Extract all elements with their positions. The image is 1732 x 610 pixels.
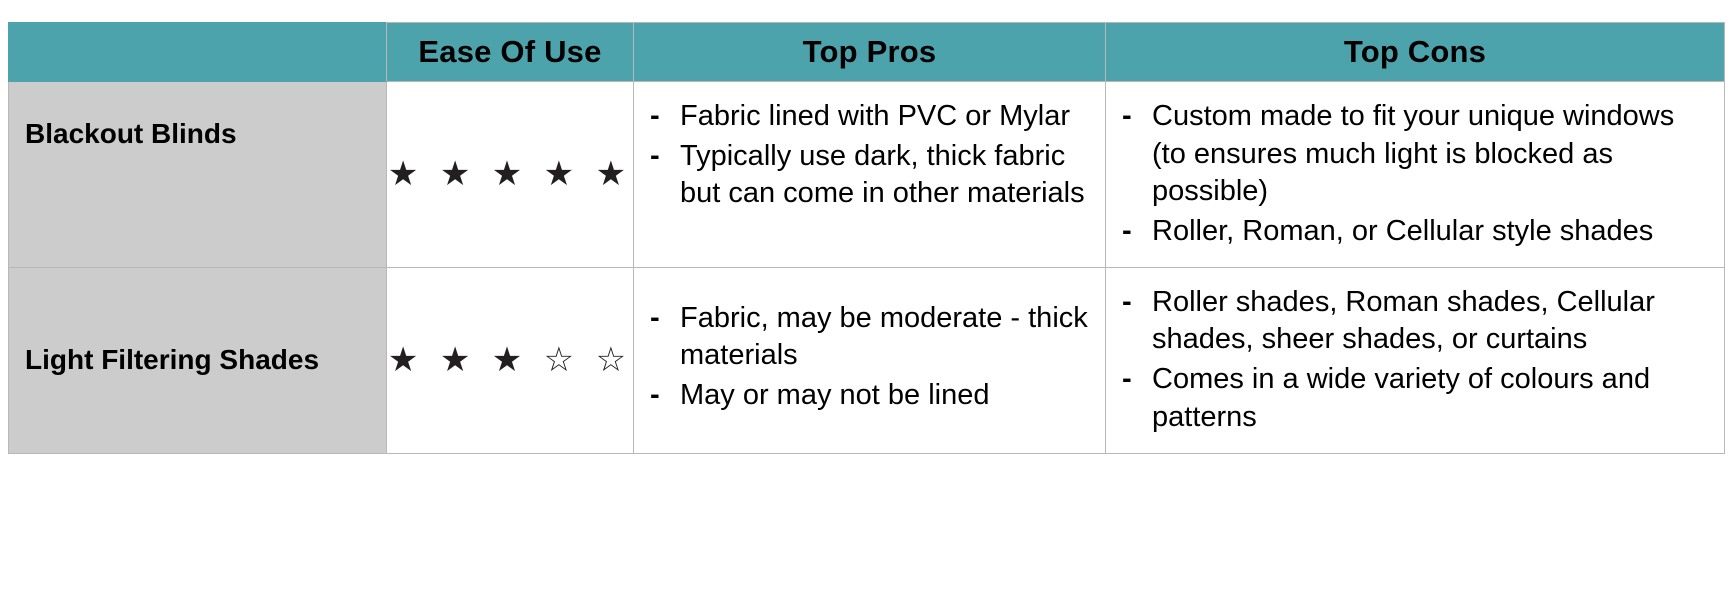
- table-header: Ease Of Use Top Pros Top Cons: [8, 22, 1725, 82]
- bullet-dash-icon: -: [1122, 215, 1132, 248]
- bullet-dash-icon: -: [650, 100, 660, 132]
- bullet-dash-icon: -: [650, 139, 660, 172]
- list-item-text: Roller shades, Roman shades, Cellular sh…: [1152, 285, 1655, 356]
- list-item-text: Fabric, may be moderate - thick material…: [680, 301, 1088, 372]
- list-item-text: Fabric lined with PVC or Mylar: [680, 100, 1070, 132]
- cons-cell-light-filtering-shades: - Roller shades, Roman shades, Cellular …: [1105, 266, 1725, 454]
- header-ease-of-use: Ease Of Use: [386, 22, 634, 82]
- pros-list: - Fabric lined with PVC or Mylar - Typic…: [644, 98, 1095, 213]
- list-item: - Typically use dark, thick fabric but c…: [644, 138, 1095, 213]
- bullet-dash-icon: -: [1122, 363, 1132, 396]
- table-body: Blackout Blinds ★ ★ ★ ★ ★ - Fabric lined…: [8, 81, 1725, 454]
- list-item: - Fabric, may be moderate - thick materi…: [644, 300, 1095, 375]
- list-item-text: Comes in a wide variety of colours and p…: [1152, 363, 1651, 433]
- cons-list: - Roller shades, Roman shades, Cellular …: [1116, 284, 1714, 437]
- row-label-blackout-blinds: Blackout Blinds: [8, 81, 387, 268]
- list-item-text: Custom made to fit your unique windows (…: [1152, 100, 1675, 208]
- bullet-dash-icon: -: [1122, 100, 1132, 132]
- star-rating: ★ ★ ★ ★ ★: [387, 155, 633, 194]
- star-rating: ★ ★ ★ ☆ ☆: [387, 341, 633, 380]
- cons-cell-blackout-blinds: - Custom made to fit your unique windows…: [1105, 81, 1725, 268]
- pros-list: - Fabric, may be moderate - thick materi…: [644, 300, 1095, 415]
- list-item: - Fabric lined with PVC or Mylar: [644, 98, 1095, 136]
- header-row: Ease Of Use Top Pros Top Cons: [8, 22, 1725, 82]
- row-label-light-filtering-shades: Light Filtering Shades: [8, 266, 387, 454]
- header-top-pros: Top Pros: [633, 22, 1106, 82]
- header-top-cons: Top Cons: [1105, 22, 1725, 82]
- list-item-text: Roller, Roman, or Cellular style shades: [1152, 215, 1654, 248]
- comparison-table-container: Ease Of Use Top Pros Top Cons Blackout B…: [8, 22, 1725, 454]
- list-item: - Roller, Roman, or Cellular style shade…: [1116, 213, 1714, 251]
- list-item-text: Typically use dark, thick fabric but can…: [680, 139, 1085, 210]
- table-row: Blackout Blinds ★ ★ ★ ★ ★ - Fabric lined…: [8, 81, 1725, 268]
- list-item-text: May or may not be lined: [680, 378, 990, 411]
- header-blank: [8, 22, 387, 82]
- table-row: Light Filtering Shades ★ ★ ★ ☆ ☆ - Fabri…: [8, 266, 1725, 454]
- list-item: - May or may not be lined: [644, 377, 1095, 415]
- rating-cell-light-filtering-shades: ★ ★ ★ ☆ ☆: [386, 266, 634, 454]
- pros-cell-blackout-blinds: - Fabric lined with PVC or Mylar - Typic…: [633, 81, 1106, 268]
- bullet-dash-icon: -: [650, 301, 660, 334]
- cons-list: - Custom made to fit your unique windows…: [1116, 98, 1714, 251]
- list-item: - Roller shades, Roman shades, Cellular …: [1116, 284, 1714, 359]
- list-item: - Comes in a wide variety of colours and…: [1116, 361, 1714, 436]
- bullet-dash-icon: -: [1122, 285, 1132, 318]
- rating-cell-blackout-blinds: ★ ★ ★ ★ ★: [386, 81, 634, 268]
- comparison-table: Ease Of Use Top Pros Top Cons Blackout B…: [8, 22, 1725, 454]
- list-item: - Custom made to fit your unique windows…: [1116, 98, 1714, 211]
- bullet-dash-icon: -: [650, 378, 660, 411]
- pros-cell-light-filtering-shades: - Fabric, may be moderate - thick materi…: [633, 266, 1106, 454]
